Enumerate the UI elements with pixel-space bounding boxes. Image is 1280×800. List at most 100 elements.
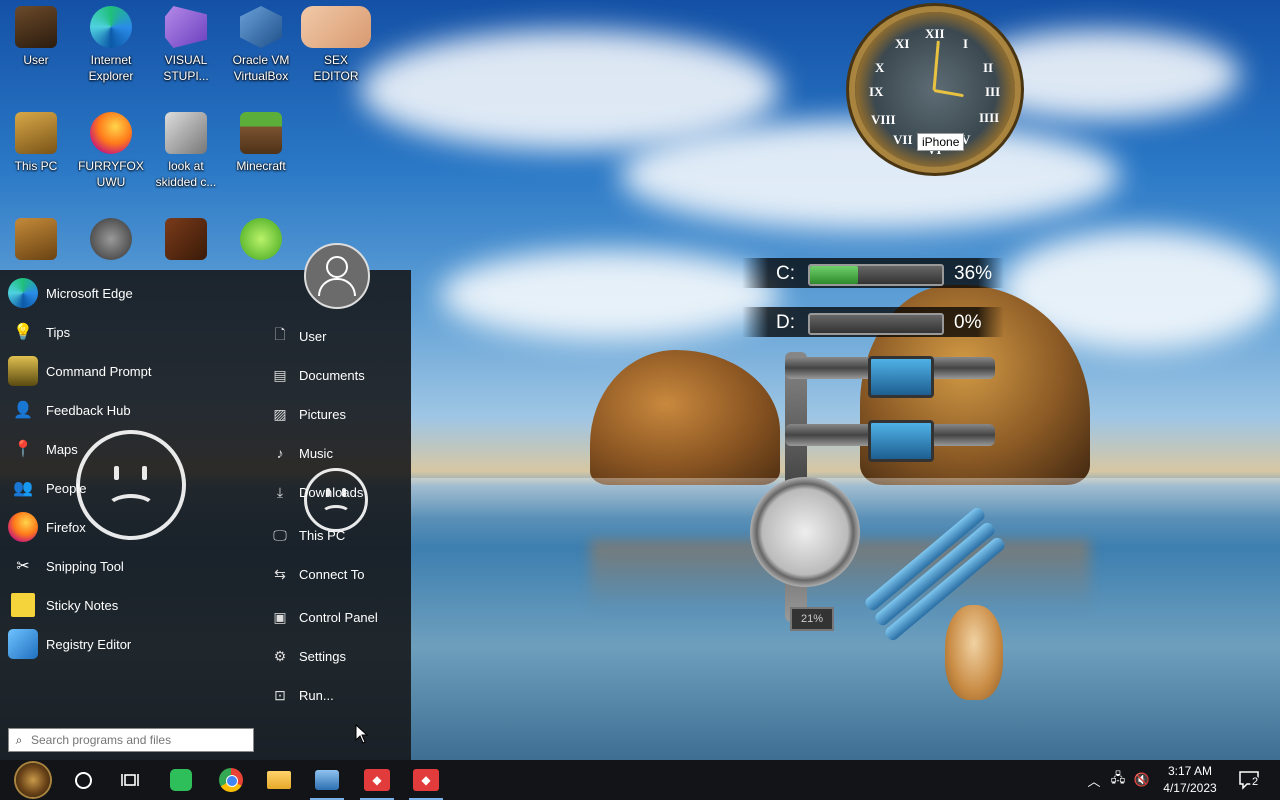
- clock-minute-hand: [932, 40, 940, 91]
- keyboard-app-icon: [315, 770, 339, 790]
- action-center-button[interactable]: 2: [1234, 760, 1266, 800]
- start-place-connect-to[interactable]: ⇆ Connect To: [270, 560, 400, 588]
- edge-icon: [8, 278, 38, 308]
- computer-icon: [15, 112, 57, 154]
- network-icon: 🖧: [1110, 770, 1126, 785]
- gimp-icon: [90, 218, 132, 260]
- drive-percent: 36%: [954, 263, 993, 284]
- pictures-icon: ▨: [273, 405, 287, 422]
- desktop-icon-virtualbox[interactable]: Oracle VM VirtualBox: [225, 6, 297, 84]
- drive-meter-d[interactable]: D: 0%: [742, 307, 1004, 337]
- documents-icon: ▤: [273, 366, 287, 383]
- desktop-icon-row3-4[interactable]: [225, 218, 297, 264]
- taskbar-app-red-1[interactable]: ◆: [354, 760, 400, 800]
- start-app-tips[interactable]: 💡 Tips: [8, 316, 208, 348]
- user-avatar[interactable]: [304, 243, 370, 309]
- mouse-cursor-icon: [355, 724, 369, 744]
- taskbar-app-chat[interactable]: [158, 760, 204, 800]
- tray-network[interactable]: 🖧: [1106, 760, 1130, 800]
- download-arrow-icon: ⤓: [276, 483, 284, 500]
- chrome-icon: [219, 768, 243, 792]
- start-place-settings[interactable]: ⚙ Settings: [270, 642, 400, 670]
- tray-overflow-chevron[interactable]: ︿: [1083, 760, 1105, 800]
- feedback-person-icon: 👤: [13, 402, 33, 419]
- user-folder-icon: [15, 6, 57, 48]
- control-panel-icon: ▣: [273, 608, 287, 625]
- taskbar-app-keyboard[interactable]: [304, 760, 350, 800]
- drive-meter-c[interactable]: C: 36%: [742, 258, 1004, 288]
- taskbar-app-chrome[interactable]: [208, 760, 254, 800]
- start-place-run[interactable]: ⊡ Run...: [270, 681, 400, 709]
- rock-left: [590, 350, 780, 485]
- start-place-user[interactable]: 🗋 User: [270, 322, 400, 350]
- archive-icon: [15, 218, 57, 260]
- memory-tank: [868, 420, 934, 462]
- start-place-pictures[interactable]: ▨ Pictures: [270, 400, 400, 428]
- pressure-gauge: [750, 477, 860, 587]
- start-search-input[interactable]: [29, 732, 243, 748]
- drive-usage-track: [808, 313, 944, 335]
- desktop-icon-user[interactable]: User: [0, 6, 72, 68]
- sad-face-icon: [76, 430, 186, 540]
- volume-muted-icon: 🔇: [1133, 772, 1151, 787]
- cartoon-face-icon: [301, 6, 371, 48]
- drive-letter: C:: [776, 263, 795, 284]
- folder-icon: [267, 771, 291, 789]
- desktop-icon-visual-studio[interactable]: VISUAL STUPI...: [150, 6, 222, 84]
- hamster-image: [945, 605, 1003, 700]
- drive-letter: D:: [776, 312, 795, 333]
- people-icon: 👥: [13, 480, 33, 497]
- start-app-registry-editor[interactable]: Registry Editor: [8, 628, 208, 660]
- clock-tooltip: iPhone: [917, 133, 965, 151]
- steampunk-orb-icon: [16, 763, 50, 797]
- desktop-icon-row3-3[interactable]: [150, 218, 222, 264]
- taskbar-clock[interactable]: 3:17 AM 4/17/2023: [1150, 763, 1230, 797]
- monitor-icon: 🖵: [273, 526, 287, 543]
- desktop-icon-internet-explorer[interactable]: Internet Explorer: [75, 6, 147, 84]
- drive-usage-fill: [810, 266, 858, 284]
- desktop-icon-this-pc[interactable]: This PC: [0, 112, 72, 174]
- clock-hour-hand: [933, 89, 964, 98]
- taskbar-app-red-2[interactable]: ◆: [403, 760, 449, 800]
- map-pin-icon: 📍: [13, 441, 33, 458]
- search-icon: ⌕: [15, 732, 23, 747]
- desktop-icon-row3-2[interactable]: [75, 218, 147, 264]
- start-app-snipping-tool[interactable]: ✂ Snipping Tool: [8, 550, 208, 582]
- music-note-icon: ♪: [276, 445, 284, 461]
- start-app-microsoft-edge[interactable]: Microsoft Edge: [8, 277, 208, 309]
- registry-cubes-icon: [8, 629, 38, 659]
- notification-count-badge: 2: [1250, 776, 1261, 788]
- lightbulb-icon: 💡: [13, 324, 33, 341]
- start-place-music[interactable]: ♪ Music: [270, 439, 400, 467]
- start-app-command-prompt[interactable]: Command Prompt: [8, 355, 208, 387]
- steampunk-pipe-gadget[interactable]: 21%: [750, 352, 1007, 643]
- start-app-feedback-hub[interactable]: 👤 Feedback Hub: [8, 394, 208, 426]
- red-diamond-app-icon: ◆: [364, 769, 390, 791]
- taskbar-time: 3:17 AM: [1167, 764, 1213, 778]
- desktop-icon-furryfox[interactable]: FURRYFOX UWU: [75, 112, 147, 190]
- desktop-icon-row3-1[interactable]: [0, 218, 72, 264]
- firefox-icon: [8, 512, 38, 542]
- task-view-button[interactable]: [107, 760, 153, 800]
- cpu-tank: [868, 356, 934, 398]
- desktop-icon-skidded[interactable]: look at skidded c...: [150, 112, 222, 190]
- cortana-circle-icon: [74, 771, 92, 789]
- start-app-sticky-notes[interactable]: Sticky Notes: [8, 589, 208, 621]
- drive-percent: 0%: [954, 312, 982, 333]
- cortana-button[interactable]: [60, 760, 106, 800]
- edge-icon: [90, 6, 132, 48]
- desktop-icon-minecraft[interactable]: Minecraft: [225, 112, 297, 174]
- minecraft-block-icon: [240, 112, 282, 154]
- scissors-icon: ✂: [16, 558, 30, 575]
- start-button[interactable]: [10, 760, 56, 800]
- gauge-percent-label: 21%: [790, 607, 834, 631]
- limewire-icon: [240, 218, 282, 260]
- start-search-box[interactable]: ⌕: [8, 728, 254, 752]
- virtualbox-icon: [240, 6, 282, 48]
- stacked-windows-icon: [165, 112, 207, 154]
- start-place-control-panel[interactable]: ▣ Control Panel: [270, 603, 400, 631]
- start-place-documents[interactable]: ▤ Documents: [270, 361, 400, 389]
- taskbar-app-file-explorer[interactable]: [256, 760, 302, 800]
- desktop-icon-sex-editor[interactable]: SEX EDITOR: [300, 6, 372, 84]
- gear-icon: ⚙: [273, 647, 287, 664]
